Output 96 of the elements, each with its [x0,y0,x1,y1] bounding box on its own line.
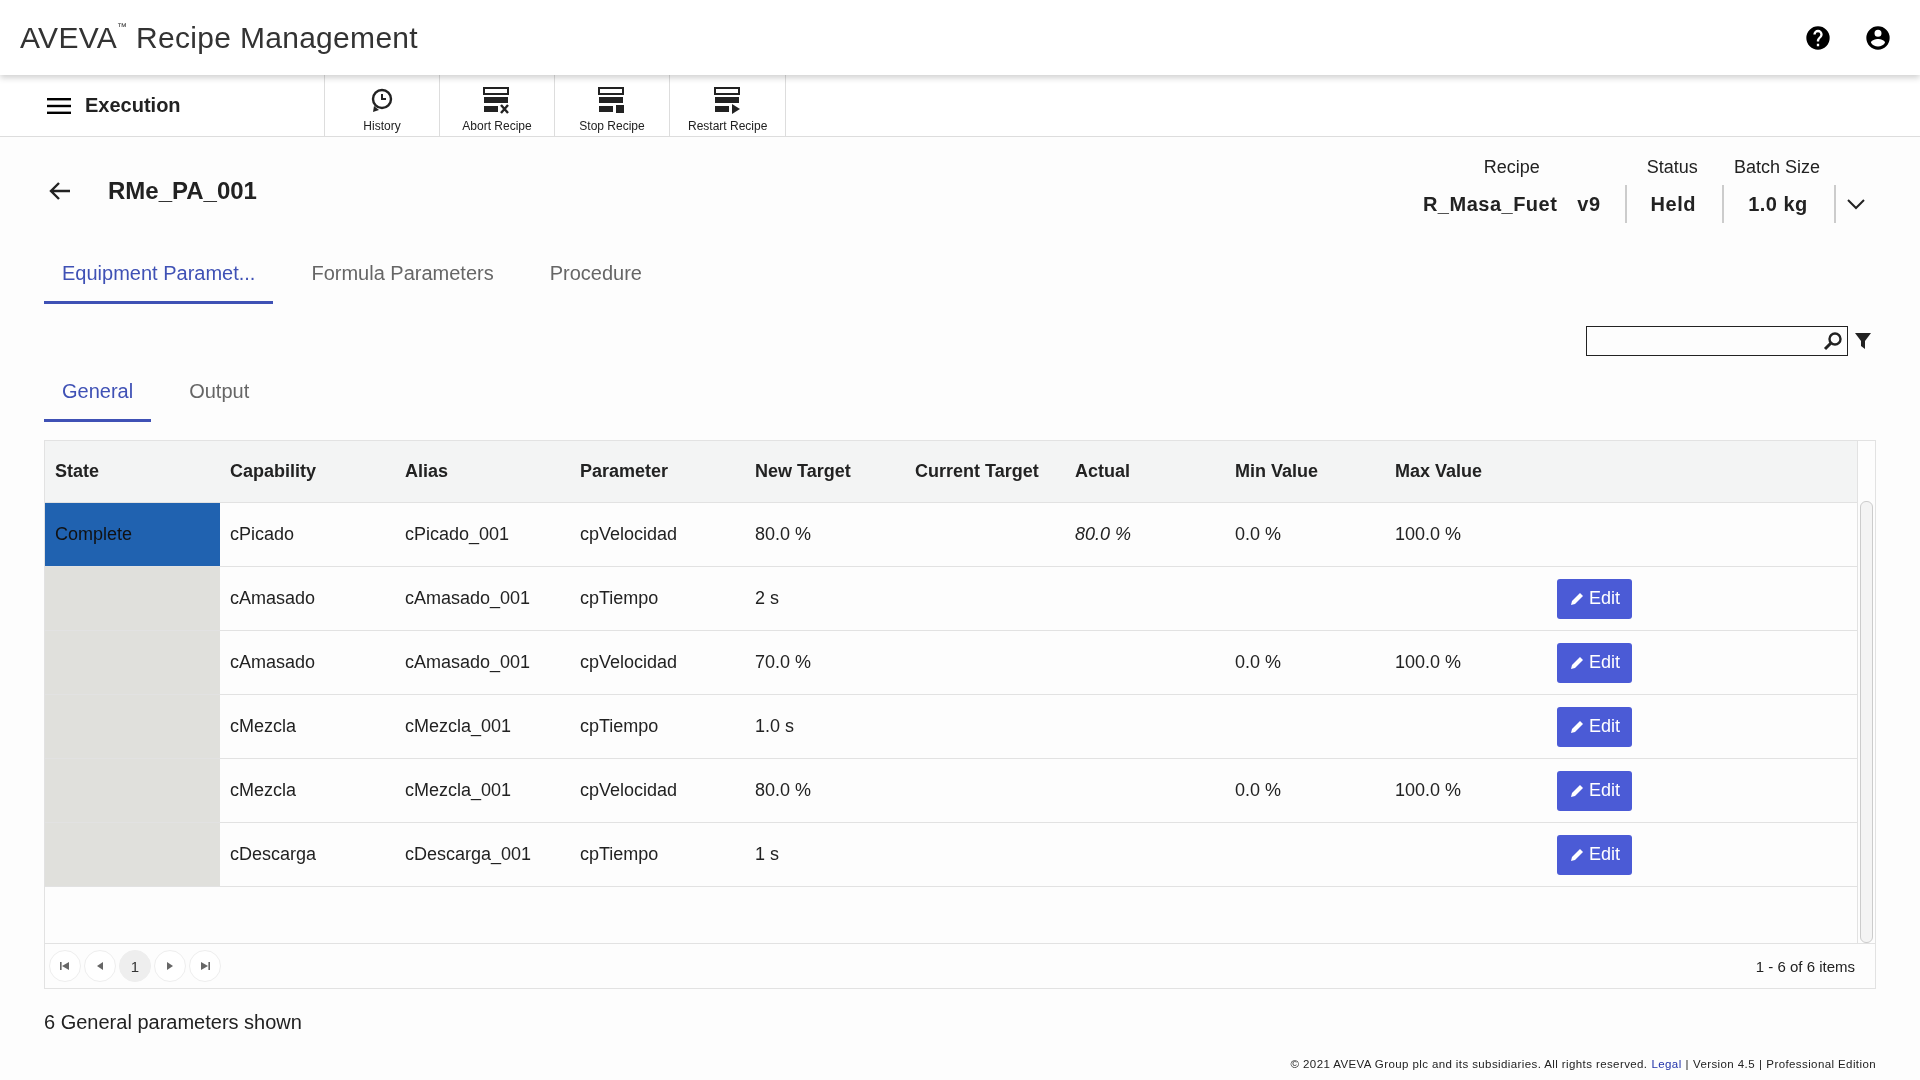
user-account-icon[interactable] [1864,23,1892,52]
menu-icon[interactable] [47,96,71,115]
column-header[interactable]: Capability [220,441,395,502]
table-cell-text: 100.0 % [1394,779,1463,802]
pager-summary: 1 - 6 of 6 items [1755,957,1855,975]
tab[interactable]: Formula Parameters [293,252,512,304]
skip-first-icon [60,961,70,971]
help-icon[interactable] [1804,23,1832,52]
batch-size-label: Batch Size [1732,157,1821,179]
table-cell-text: cAmasado_001 [404,587,532,611]
filter-icon[interactable] [1854,332,1872,350]
column-header[interactable]: Current Target [905,441,1065,502]
edit-button[interactable]: Edit [1557,706,1633,747]
table-cell-text: 0.0 % [1234,779,1283,802]
history-icon [369,87,395,115]
column-header[interactable]: Parameter [570,441,745,502]
table-cell-text: cpTiempo [579,843,660,866]
table-cell-text: cpVelocidad [579,779,679,802]
version-text: Version 4.5 [1693,1058,1755,1070]
table-cell-text: cMezcla_001 [404,779,513,803]
triangle-left-icon [95,961,105,971]
skip-last-icon [200,961,210,971]
table-cell-text: cDescarga_001 [404,843,533,867]
table-cell-text: cpTiempo [579,715,660,738]
table-cell-text: cpVelocidad [579,651,679,674]
table-cell-text: 80.0 % [754,779,813,802]
search-field[interactable] [1586,326,1848,356]
state-cell: Complete [45,503,220,566]
copyright-text: © 2021 AVEVA Group plc and its subsidiaries. All rights reserved. [1290,1058,1648,1070]
triangle-right-icon [165,961,175,971]
column-header[interactable]: Alias [395,441,570,502]
batch-size-value: 1.0 kg [1748,192,1808,216]
table-cell-text: cPicado [229,523,296,546]
page-button[interactable]: 1 [119,950,151,982]
table-cell-text: 70.0 % [754,651,813,674]
separator: | [1758,1058,1763,1070]
last-page-button[interactable] [189,950,221,982]
table-cell-text: 1 s [754,843,780,866]
column-header[interactable]: New Target [745,441,905,502]
table-cell-text: 1.0 s [754,715,796,738]
column-header[interactable]: Min Value [1225,441,1385,502]
recipe-label: Recipe [1482,157,1541,179]
recipe-name: R_Masa_Fuet [1422,192,1558,216]
table-cell-text: cAmasado [229,587,317,610]
table-cell-text: 80.0 % [754,523,813,546]
pencil-icon [1569,654,1585,671]
stack-x-icon [482,87,512,115]
tab[interactable]: Procedure [531,252,660,304]
back-arrow-icon[interactable] [48,181,72,201]
column-header[interactable]: Actual [1065,441,1225,502]
table-cell-text: 0.0 % [1234,523,1283,546]
table-cell-text: cMezcla [229,715,297,738]
chevron-down-icon[interactable] [1846,198,1866,210]
table-cell-text: 80.0 % [1074,523,1133,546]
page-title: RMe_PA_001 [108,177,257,205]
tab[interactable]: Output [171,370,268,422]
next-page-button[interactable] [154,950,186,982]
first-page-button[interactable] [49,950,81,982]
table-cell-text: cpTiempo [579,587,660,610]
separator: | [1685,1058,1689,1070]
table-cell-text: cpVelocidad [579,523,679,546]
legal-link[interactable]: Legal [1651,1058,1682,1070]
table-cell-text: cAmasado_001 [404,651,532,675]
edit-button[interactable]: Edit [1557,834,1633,875]
table-cell-text: cMezcla [229,779,297,802]
table-cell-text: cMezcla_001 [404,715,513,739]
section-title: Execution [85,94,181,117]
column-header[interactable]: State [45,441,220,502]
status-value: Held [1650,192,1696,216]
pencil-icon [1569,782,1585,799]
edit-button[interactable]: Edit [1557,578,1633,619]
edition-text: Professional Edition [1766,1058,1876,1070]
stack-play-icon [712,87,743,115]
previous-page-button[interactable] [84,950,116,982]
tab[interactable]: General [44,370,152,422]
status-label: Status [1645,157,1699,179]
parameters-count: 6 General parameters shown [44,1011,303,1034]
edit-button[interactable]: Edit [1557,642,1633,683]
pencil-icon [1569,718,1585,735]
table-cell-text: 100.0 % [1394,651,1463,674]
stack-square-icon [597,87,627,115]
table-cell-text: cDescarga [229,843,318,866]
edit-button[interactable]: Edit [1557,770,1633,811]
table-cell-text: 0.0 % [1234,651,1283,674]
tab[interactable]: Equipment Paramet... [44,252,274,304]
table-cell-text: 2 s [754,587,780,610]
table-cell-text: cAmasado [229,651,317,674]
table-cell-text: 100.0 % [1394,523,1463,546]
search-icon[interactable] [1823,331,1843,351]
app-title: AVEVA$^{™}$ Recipe Management [20,20,418,54]
scrollbar[interactable] [1860,501,1873,943]
column-header[interactable]: Max Value [1385,441,1545,502]
table-cell-text: cPicado_001 [404,523,511,547]
pencil-icon [1569,846,1585,863]
recipe-version: v9 [1577,192,1601,216]
pencil-icon [1569,590,1585,607]
